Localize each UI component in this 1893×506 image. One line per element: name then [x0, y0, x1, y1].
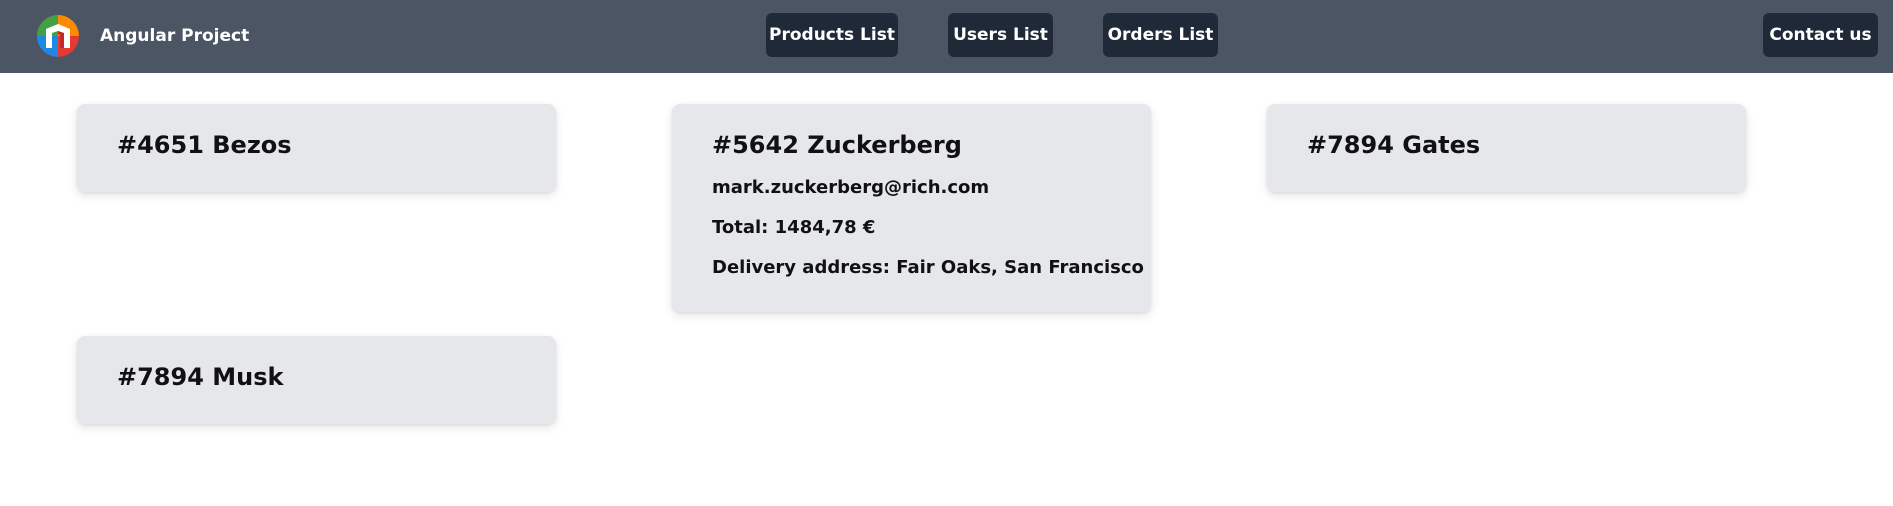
brand[interactable]: Angular Project — [36, 14, 249, 58]
order-title: #7894 Musk — [117, 363, 284, 391]
order-title: #4651 Bezos — [117, 131, 292, 159]
contact-us-button[interactable]: Contact us — [1763, 13, 1878, 57]
order-delivery-address: Delivery address: Fair Oaks, San Francis… — [712, 257, 1144, 278]
order-email: mark.zuckerberg@rich.com — [712, 177, 990, 198]
order-card[interactable]: #7894 Gates — [1267, 104, 1746, 192]
orders-list-button[interactable]: Orders List — [1103, 13, 1218, 57]
users-list-button[interactable]: Users List — [948, 13, 1053, 57]
brand-title: Angular Project — [100, 26, 250, 46]
products-list-button[interactable]: Products List — [766, 13, 898, 57]
top-navbar: Angular Project Products List Users List… — [0, 0, 1893, 73]
order-card-expanded[interactable]: #5642 Zuckerberg mark.zuckerberg@rich.co… — [672, 104, 1151, 312]
angular-project-logo-icon — [37, 15, 79, 57]
order-card[interactable]: #7894 Musk — [77, 336, 556, 424]
order-title: #7894 Gates — [1307, 131, 1481, 159]
order-card[interactable]: #4651 Bezos — [77, 104, 556, 192]
order-title: #5642 Zuckerberg — [712, 131, 962, 159]
order-total: Total: 1484,78 € — [712, 217, 876, 238]
